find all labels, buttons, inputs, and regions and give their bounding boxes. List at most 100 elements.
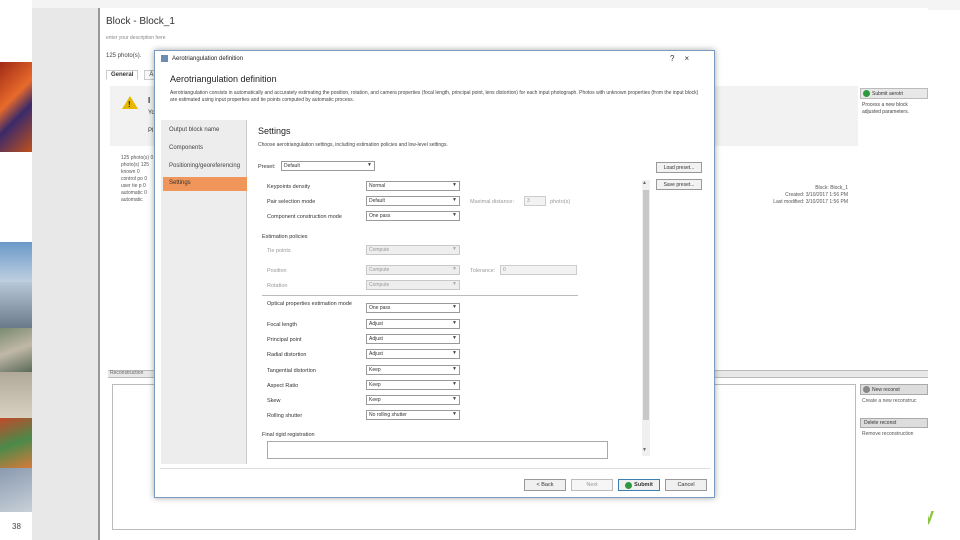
- photo-strip: [0, 62, 32, 512]
- photo-tile: [0, 372, 32, 418]
- app-left-panel: [32, 8, 98, 540]
- focal-length-select[interactable]: Adjust ▼: [366, 319, 460, 329]
- new-reconstruction-label: New reconst: [872, 386, 900, 393]
- submit-button[interactable]: Submit: [618, 479, 660, 491]
- chevron-down-icon: ▼: [452, 320, 457, 326]
- chevron-down-icon: ▼: [452, 335, 457, 341]
- block-description[interactable]: enter your description here: [106, 35, 165, 41]
- app-divider: [98, 8, 100, 540]
- delete-reconstruction-button[interactable]: Delete reconst: [860, 418, 928, 428]
- chevron-down-icon: ▼: [452, 381, 457, 387]
- dialog-footer-divider: [160, 468, 710, 469]
- next-button[interactable]: Next: [571, 479, 613, 491]
- component-mode-label: Component construction mode: [267, 214, 342, 220]
- keypoints-density-select[interactable]: Normal ▼: [366, 181, 460, 191]
- tab-general[interactable]: General: [106, 70, 139, 80]
- nav-item-positioning[interactable]: Positioning/georeferencing: [167, 160, 245, 174]
- preset-label: Preset:: [258, 164, 276, 170]
- property-line: Created: 3/10/2017 1:56 PM: [785, 192, 848, 198]
- preset-select[interactable]: Default ▼: [281, 161, 375, 171]
- help-button[interactable]: ?: [670, 54, 674, 63]
- pair-selection-select[interactable]: Default ▼: [366, 196, 460, 206]
- principal-point-select[interactable]: Adjust ▼: [366, 334, 460, 344]
- keypoints-density-value: Normal: [369, 183, 386, 189]
- component-mode-value: One pass: [369, 213, 391, 219]
- skew-value: Keep: [369, 397, 381, 403]
- tie-points-select[interactable]: Compute ▼: [366, 245, 460, 255]
- scrollbar-thumb[interactable]: [643, 190, 649, 420]
- nav-item-output-block-name[interactable]: Output block name: [167, 124, 245, 138]
- submit-icon: [863, 90, 870, 97]
- chevron-down-icon: ▼: [452, 182, 457, 188]
- photo-tile: [0, 282, 32, 328]
- optical-mode-select[interactable]: One pass ▼: [366, 303, 460, 313]
- dialog-window-title: Aerotriangulation definition: [172, 56, 244, 62]
- keypoints-density-label: Keypoints density: [267, 184, 311, 190]
- delete-reconstruction-text: Remove reconstruction: [862, 431, 914, 437]
- aspect-ratio-value: Keep: [369, 382, 381, 388]
- dialog-heading: Aerotriangulation definition: [170, 74, 277, 84]
- nav-item-components[interactable]: Components: [167, 142, 245, 156]
- nav-item-settings[interactable]: Settings: [163, 177, 247, 191]
- save-preset-button[interactable]: Save preset...: [656, 179, 702, 190]
- photo-tile: [0, 468, 32, 512]
- warning-line: I: [148, 96, 151, 105]
- chevron-down-icon: ▼: [367, 162, 372, 168]
- principal-point-value: Adjust: [369, 336, 383, 342]
- photo-tile: [0, 328, 32, 372]
- focal-length-label: Focal length: [267, 322, 297, 328]
- radial-distortion-select[interactable]: Adjust ▼: [366, 349, 460, 359]
- settings-description: Choose aerotriangulation settings, inclu…: [258, 142, 448, 148]
- chevron-down-icon: ▼: [452, 212, 457, 218]
- chevron-down-icon: ▼: [452, 197, 457, 203]
- position-value: Compute: [369, 267, 390, 273]
- new-reconstruction-text: Create a new reconstruc: [862, 398, 917, 404]
- submit-label: Submit: [634, 482, 653, 488]
- radial-distortion-label: Radial distortion: [267, 352, 307, 358]
- radial-distortion-value: Adjust: [369, 351, 383, 357]
- property-line: Last modified: 3/10/2017 1:56 PM: [773, 199, 848, 205]
- skew-select[interactable]: Keep ▼: [366, 395, 460, 405]
- tangential-distortion-select[interactable]: Keep ▼: [366, 365, 460, 375]
- new-reconstruction-button[interactable]: New reconst: [860, 384, 928, 395]
- load-preset-button[interactable]: Load preset...: [656, 162, 702, 173]
- tie-points-label: Tie points: [267, 248, 291, 254]
- tolerance-input[interactable]: 0: [500, 265, 577, 275]
- close-button[interactable]: ×: [684, 54, 689, 63]
- warning-line: Pl: [148, 128, 154, 134]
- aspect-ratio-label: Aspect Ratio: [267, 383, 299, 389]
- tolerance-label: Tolerance:: [470, 268, 496, 274]
- chevron-down-icon: ▼: [452, 396, 457, 402]
- component-mode-select[interactable]: One pass ▼: [366, 211, 460, 221]
- app-icon: [161, 55, 168, 62]
- cancel-button[interactable]: Cancel: [665, 479, 707, 491]
- focal-length-value: Adjust: [369, 321, 383, 327]
- dialog-description: Aerotriangulation consists in automatica…: [170, 90, 699, 103]
- final-rigid-registration-panel[interactable]: [267, 441, 608, 459]
- scroll-down-icon[interactable]: ▼: [642, 447, 647, 453]
- scroll-up-icon[interactable]: ▲: [642, 180, 647, 186]
- property-line: Block: Block_1: [815, 185, 848, 191]
- chevron-down-icon: ▼: [452, 266, 457, 272]
- rotation-select[interactable]: Compute ▼: [366, 280, 460, 290]
- settings-title: Settings: [258, 126, 291, 136]
- tangential-distortion-value: Keep: [369, 367, 381, 373]
- rolling-shutter-value: No rolling shutter: [369, 412, 407, 418]
- back-button[interactable]: < Back: [524, 479, 566, 491]
- aspect-ratio-select[interactable]: Keep ▼: [366, 380, 460, 390]
- maximal-distance-input[interactable]: 3: [524, 196, 546, 206]
- chevron-down-icon: ▼: [452, 304, 457, 310]
- position-select[interactable]: Compute ▼: [366, 265, 460, 275]
- photo-count: 125 photo(s).: [106, 53, 142, 59]
- rolling-shutter-select[interactable]: No rolling shutter ▼: [366, 410, 460, 420]
- submit-aerotriangulation-button[interactable]: Submit aerotri: [860, 88, 928, 99]
- photo-tile: [0, 62, 32, 152]
- reconstructions-label: Reconstruction: [110, 370, 144, 376]
- info-panel: [712, 86, 858, 146]
- section-divider: [262, 295, 578, 296]
- chevron-down-icon: ▼: [452, 366, 457, 372]
- app-tabs: General Ä: [106, 70, 159, 80]
- block-summary: 125 photo(s) 0 photo(s) 125 known 0 cont…: [121, 155, 154, 203]
- photo-tile: [0, 242, 32, 282]
- pair-selection-value: Default: [369, 198, 385, 204]
